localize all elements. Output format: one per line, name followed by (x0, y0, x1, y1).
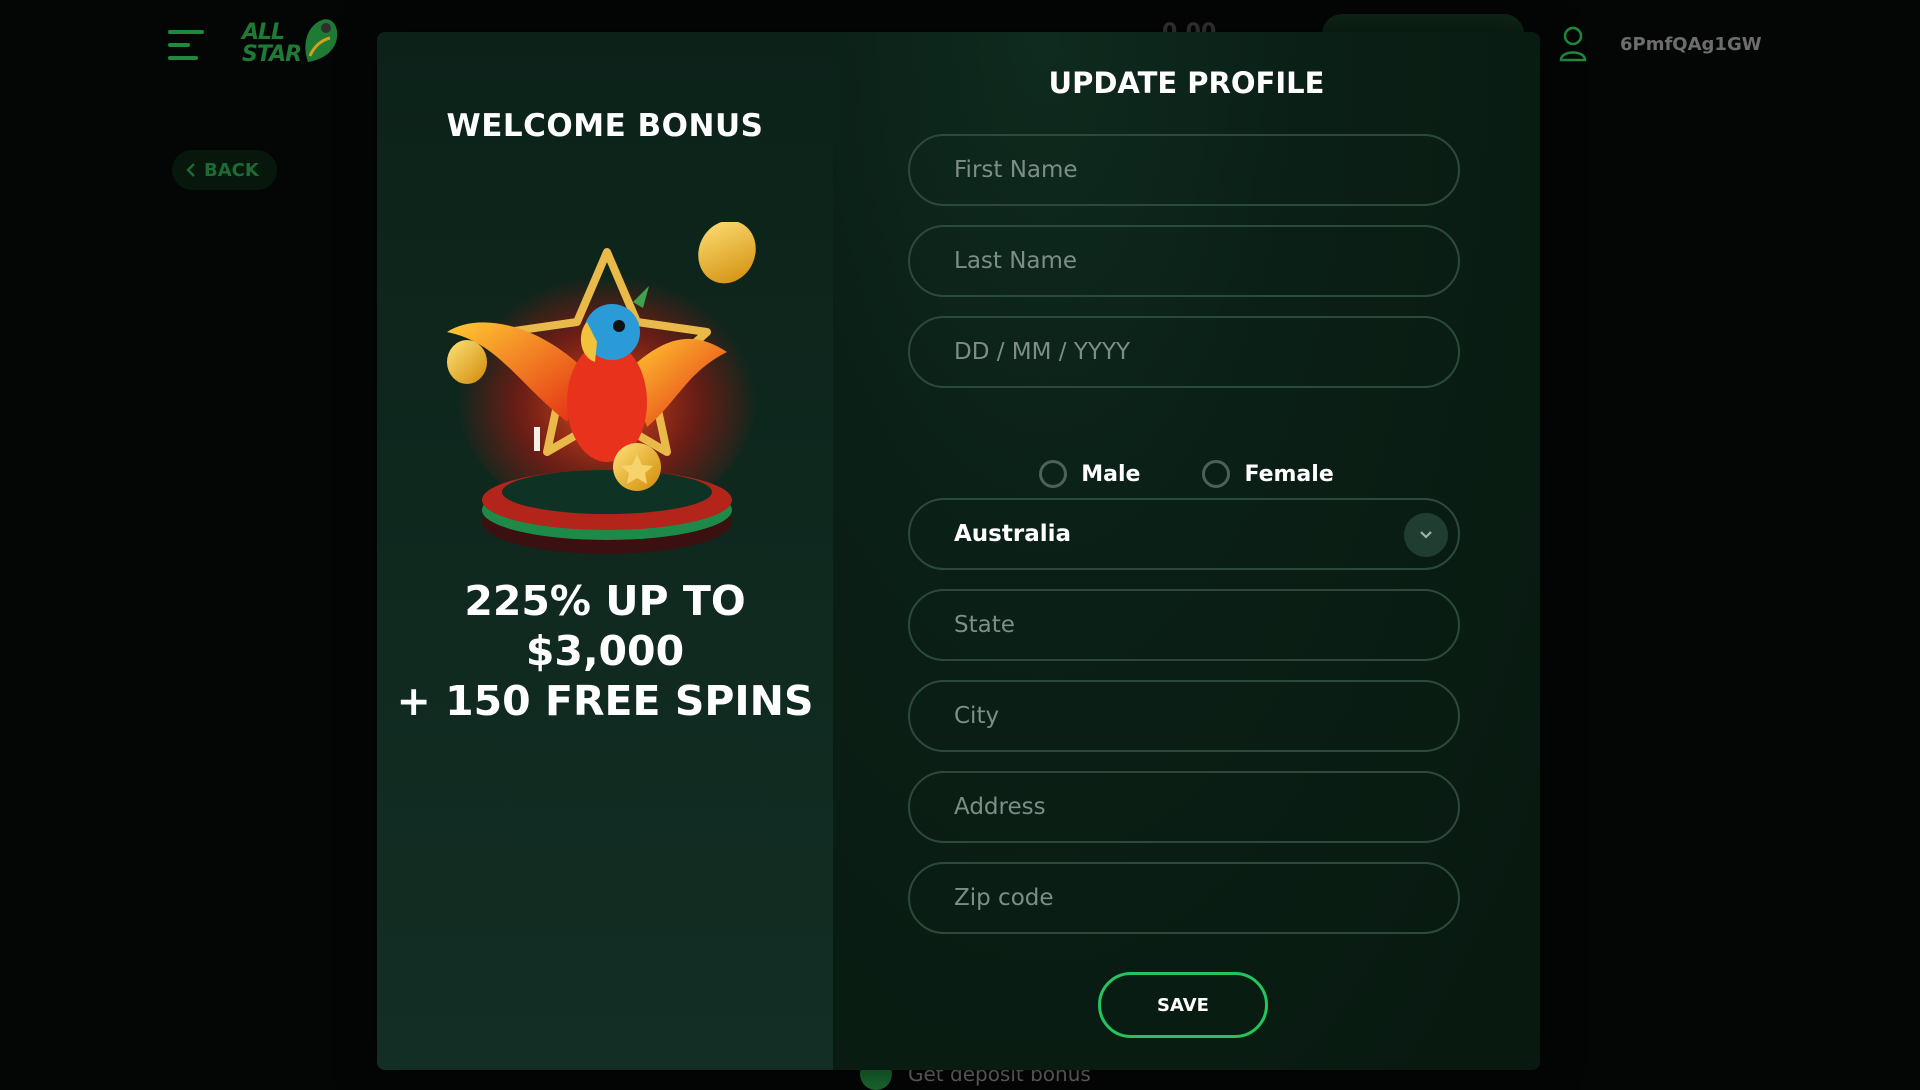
city-field[interactable]: City (908, 680, 1460, 752)
welcome-bonus-panel: WELCOME BONUS 225% UP TO $3,000 + 150 FR… (377, 32, 833, 1070)
female-label: Female (1244, 461, 1334, 487)
state-placeholder: State (954, 612, 1015, 638)
gender-option-female[interactable]: Female (1202, 460, 1334, 488)
gender-option-male[interactable]: Male (1039, 460, 1140, 488)
zip-placeholder: Zip code (954, 885, 1054, 911)
male-label: Male (1081, 461, 1141, 487)
welcome-bonus-title: WELCOME BONUS (446, 108, 764, 144)
last-name-placeholder: Last Name (954, 248, 1078, 274)
address-field[interactable]: Address (908, 771, 1460, 843)
last-name-field[interactable]: Last Name (908, 225, 1460, 297)
parrot-logo-icon (305, 19, 338, 62)
save-button[interactable]: SAVE (1098, 972, 1268, 1038)
gender-selector: Male Female (833, 460, 1540, 488)
update-profile-modal: WELCOME BONUS 225% UP TO $3,000 + 150 FR… (377, 32, 1540, 1070)
country-value: Australia (954, 521, 1072, 547)
city-placeholder: City (954, 703, 1000, 729)
bonus-line-1: 225% UP TO (464, 577, 746, 625)
username-label: 6PmfQAg1GW (1620, 34, 1762, 55)
female-radio[interactable] (1202, 460, 1231, 488)
back-button[interactable]: BACK (172, 150, 277, 190)
update-profile-form: UPDATE PROFILE First Name Last Name DD /… (833, 32, 1540, 1070)
user-icon[interactable] (1558, 26, 1588, 62)
hamburger-menu-icon[interactable] (168, 28, 204, 62)
first-name-placeholder: First Name (954, 157, 1078, 183)
logo-text: ALL STAR (242, 20, 302, 67)
state-field[interactable]: State (908, 589, 1460, 661)
male-radio[interactable] (1039, 460, 1068, 488)
first-name-field[interactable]: First Name (908, 134, 1460, 206)
site-logo[interactable]: ALL STAR (242, 16, 342, 70)
parrot-bonus-illustration (447, 222, 757, 554)
bonus-line-2: $3,000 (525, 627, 685, 675)
bonus-offer: 225% UP TO $3,000 + 150 FREE SPINS (377, 576, 833, 726)
back-label: BACK (204, 159, 259, 181)
address-placeholder: Address (954, 794, 1046, 820)
zip-code-field[interactable]: Zip code (908, 862, 1460, 934)
date-of-birth-field[interactable]: DD / MM / YYYY (908, 316, 1460, 388)
bonus-line-3: + 150 FREE SPINS (396, 677, 814, 725)
country-select[interactable]: Australia (908, 498, 1460, 570)
form-title: UPDATE PROFILE (1048, 66, 1325, 100)
chevron-down-icon[interactable] (1404, 513, 1448, 557)
dob-placeholder: DD / MM / YYYY (954, 339, 1131, 365)
chevron-left-icon (186, 163, 195, 177)
